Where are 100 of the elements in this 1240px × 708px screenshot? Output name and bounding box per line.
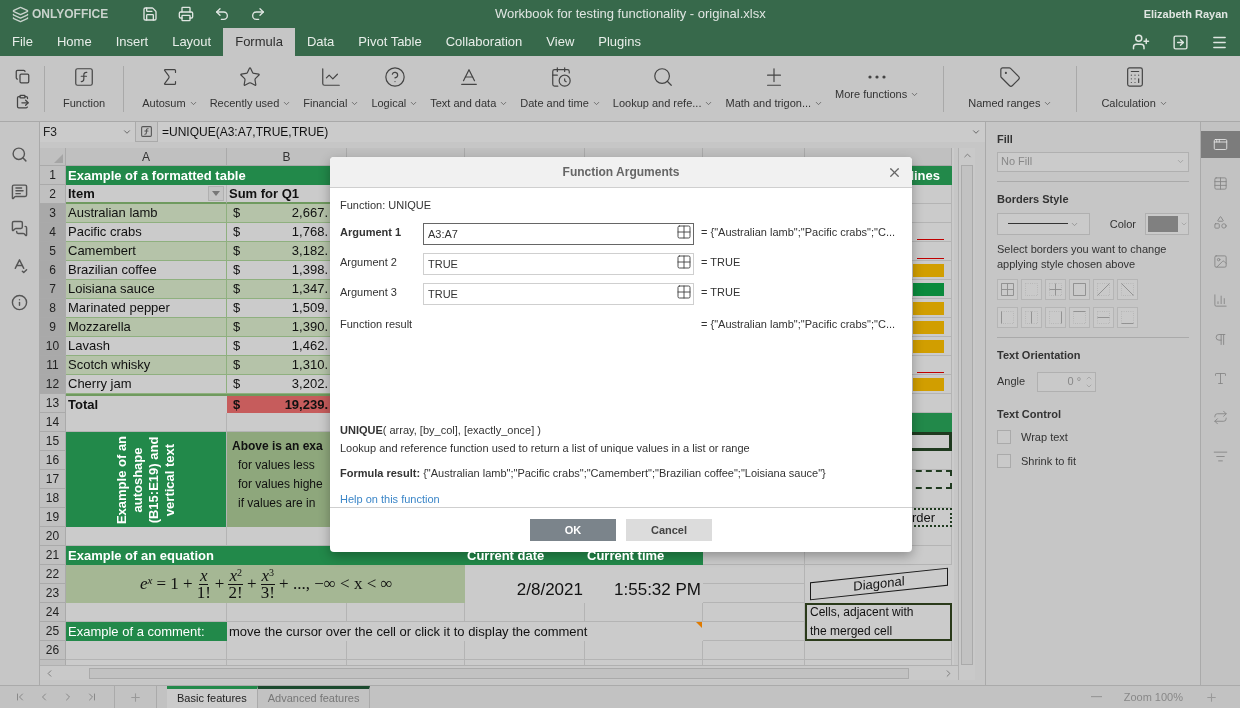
checkbox[interactable]: Shrink to fit	[997, 452, 1189, 469]
row-header: 26	[40, 641, 66, 660]
border-icon	[1072, 310, 1087, 325]
info-button[interactable]	[11, 294, 28, 311]
filter-button[interactable]	[208, 186, 224, 201]
section-label: Text Control	[997, 406, 1062, 422]
menu-tab[interactable]: Collaboration	[433, 28, 535, 56]
toolbar-button[interactable]: More functions	[829, 74, 926, 103]
image-icon	[1213, 254, 1228, 269]
menu-tab[interactable]: Layout	[160, 28, 224, 56]
border-button[interactable]	[1117, 279, 1138, 300]
currency-symbol: $	[233, 204, 241, 223]
checkbox-label: Wrap text	[1021, 430, 1068, 445]
add-sheet-button[interactable]	[129, 690, 142, 704]
border-button[interactable]	[1093, 279, 1114, 300]
tag-icon	[999, 65, 1022, 88]
copy-button[interactable]	[14, 68, 30, 84]
column-heading: Current date	[466, 546, 546, 565]
border-button[interactable]	[997, 307, 1018, 328]
toolbar-button[interactable]: Lookup and refe...	[606, 65, 720, 112]
sheet-tab[interactable]: Basic features	[167, 685, 258, 708]
row-header: 16	[40, 451, 66, 470]
plus-icon	[1205, 690, 1218, 704]
argument-field[interactable]: TRUE	[423, 282, 694, 305]
panel-tab[interactable]	[1201, 131, 1240, 158]
last-sheet-button[interactable]	[86, 691, 98, 703]
search-button[interactable]	[11, 146, 28, 163]
border-button[interactable]	[1069, 279, 1090, 300]
save-button[interactable]	[142, 6, 158, 22]
menu-tab[interactable]: Insert	[103, 28, 161, 56]
zoom-in-button[interactable]	[1205, 690, 1218, 704]
comments-button[interactable]	[11, 183, 28, 200]
argument-field[interactable]: TRUE	[423, 252, 694, 275]
toolbar-button[interactable]: Named ranges	[962, 65, 1059, 112]
border-icon	[1120, 310, 1135, 325]
select-range-button[interactable]	[676, 223, 692, 240]
checkbox-box[interactable]	[997, 430, 1011, 445]
ok-button[interactable]: OK	[530, 519, 616, 542]
checkbox-box[interactable]	[997, 453, 1011, 468]
hint-text: Select borders you want to change applying style chosen above	[997, 242, 1168, 272]
toolbar-button[interactable]: Math and trigon...	[719, 65, 830, 112]
horizontal-scrollbar[interactable]	[40, 665, 958, 680]
currency-symbol: $	[233, 299, 241, 318]
help-link[interactable]: Help on this function	[340, 490, 440, 508]
line-style-dropdown[interactable]	[997, 213, 1090, 235]
row-header: 21	[40, 546, 66, 565]
toolbar-button[interactable]: Calculation	[1095, 65, 1174, 112]
toolbar-button[interactable]: Text and data	[424, 65, 515, 112]
menu-tab[interactable]: Plugins	[586, 28, 653, 56]
plus-icon	[129, 690, 142, 704]
border-button[interactable]	[1045, 279, 1066, 300]
minus-icon	[1090, 696, 1102, 698]
add-user-button[interactable]	[1132, 33, 1150, 51]
argument-result: = {"Australian lamb";"Pacific crabs";"C...	[701, 225, 896, 241]
border-button[interactable]	[1117, 307, 1138, 328]
border-button[interactable]	[1069, 307, 1090, 328]
toolbar-button[interactable]: Date and time	[514, 65, 607, 112]
line-icon	[1008, 223, 1068, 225]
menu-tab[interactable]: View	[534, 28, 587, 56]
border-button[interactable]	[1093, 307, 1114, 328]
amount: 1,462.	[291, 337, 328, 356]
select-range-button[interactable]	[676, 253, 692, 270]
print-button[interactable]	[178, 6, 194, 22]
undo-button[interactable]	[214, 6, 230, 22]
print-icon	[178, 6, 194, 22]
border-button[interactable]	[1021, 307, 1042, 328]
color-picker[interactable]	[1145, 213, 1189, 235]
argument-label: Argument 3	[340, 285, 398, 301]
toolbar-button[interactable]: Logical	[365, 65, 425, 112]
redo-button[interactable]	[250, 6, 266, 22]
checkbox[interactable]: Wrap text	[997, 429, 1189, 446]
name-box[interactable]: F3	[40, 121, 136, 142]
chat-button[interactable]	[11, 220, 28, 237]
toolbar-button[interactable]: Function	[59, 65, 110, 112]
menu-tab[interactable]: File	[0, 28, 45, 56]
amount: 1,310.	[291, 356, 328, 375]
row-header: 14	[40, 413, 66, 432]
border-button[interactable]	[997, 279, 1018, 300]
menu-tab[interactable]: Formula	[223, 28, 295, 56]
formula-field[interactable]: =UNIQUE(A3:A7,TRUE,TRUE)	[158, 121, 985, 142]
select-all-button[interactable]	[40, 148, 66, 166]
corner-icon	[54, 154, 63, 163]
amount: 1,768.	[291, 223, 328, 242]
paste-button[interactable]	[14, 93, 30, 109]
first-sheet-button[interactable]	[14, 691, 26, 703]
toolbar-button[interactable]: Financial	[297, 65, 366, 112]
menu-tab[interactable]: Pivot Table	[346, 28, 434, 56]
row-header: 13	[40, 394, 66, 413]
cancel-button[interactable]: Cancel	[626, 519, 712, 542]
toolbar-button[interactable]: Recently used	[203, 65, 298, 112]
row-header: 5	[40, 242, 66, 261]
menu-tab[interactable]: Home	[44, 28, 104, 56]
save-icon	[142, 6, 158, 22]
menu-tab[interactable]: Data	[294, 28, 347, 56]
open-location-button[interactable]	[1172, 33, 1189, 51]
toolbar-button[interactable]: Autosum	[136, 65, 204, 112]
border-icon	[1048, 310, 1063, 325]
select-range-button[interactable]	[676, 283, 692, 300]
border-button[interactable]	[1045, 307, 1066, 328]
argument-field[interactable]: A3:A7	[423, 222, 694, 245]
